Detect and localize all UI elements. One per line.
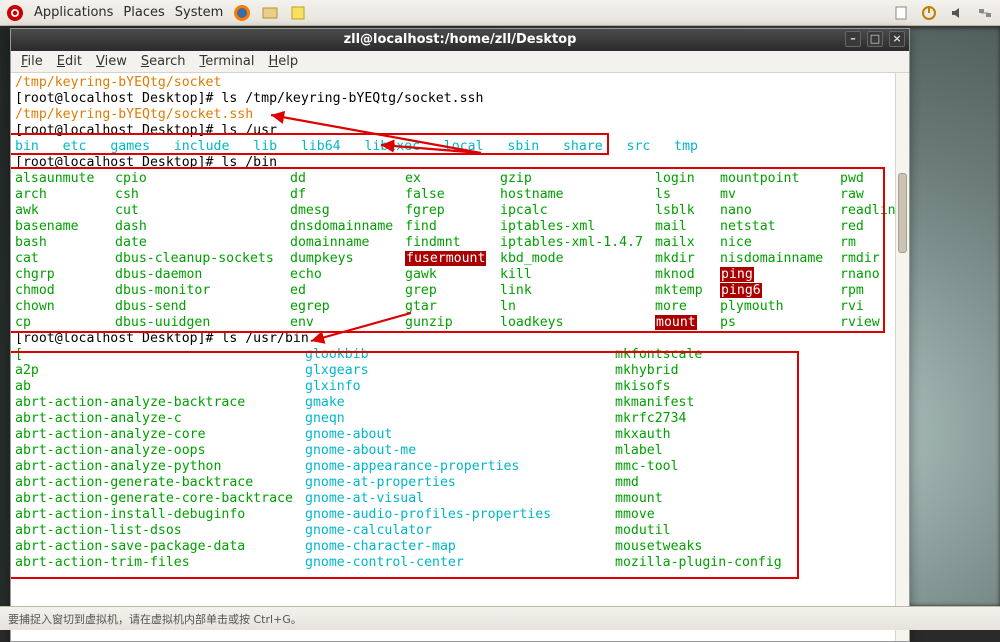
bin-row: bashdatedomainnamefindmntiptables-xml-1.… [15,235,905,251]
window-title: zll@localhost:/home/zll/Desktop [344,32,577,47]
bin-row: chgrpdbus-daemonechogawkkillmknodpingrna… [15,267,905,283]
system-menu[interactable]: System [175,5,223,20]
clipboard-icon[interactable] [892,4,910,22]
bin-row: catdbus-cleanup-socketsdumpkeysfusermoun… [15,251,905,267]
applications-menu[interactable]: Applications [34,5,113,20]
usrbin-row: abglxinfomkisofs [15,379,905,395]
usrbin-row: abrt-action-analyze-pythongnome-appearan… [15,459,905,475]
usrbin-row: abrt-action-generate-core-backtracegnome… [15,491,905,507]
close-button[interactable]: × [889,31,905,47]
bin-row: archcshdffalsehostnamelsmvraw [15,187,905,203]
scrollbar-thumb[interactable] [898,173,907,253]
maximize-button[interactable]: □ [867,31,883,47]
usrbin-row: abrt-action-generate-backtracegnome-at-p… [15,475,905,491]
menu-view[interactable]: View [96,54,127,69]
usrbin-row: abrt-action-analyze-oopsgnome-about-meml… [15,443,905,459]
menu-search[interactable]: Search [141,54,186,69]
bin-row: chowndbus-sendegrepgtarlnmoreplymouthrvi [15,299,905,315]
bin-row: cpdbus-uuidgenenvgunziploadkeysmountpsrv… [15,315,905,331]
file-manager-icon[interactable] [261,4,279,22]
bin-row: chmoddbus-monitoredgreplinkmktempping6rp… [15,283,905,299]
bin-row: alsaunmutecpioddexgziploginmountpointpwd [15,171,905,187]
menu-edit[interactable]: Edit [57,54,82,69]
menubar: File Edit View Search Terminal Help [11,51,909,73]
host-status-bar: 要捕捉入窗切到虚拟机，请在虚拟机内部单击或按 Ctrl+G。 [0,606,1000,630]
host-status-text: 要捕捉入窗切到虚拟机，请在虚拟机内部单击或按 Ctrl+G。 [8,611,302,627]
usrbin-row: abrt-action-trim-filesgnome-control-cent… [15,555,905,571]
window-titlebar[interactable]: zll@localhost:/home/zll/Desktop – □ × [11,29,909,51]
terminal-body[interactable]: /tmp/keyring-bYEQtg/socket[root@localhos… [11,73,909,641]
usrbin-row: a2pglxgearsmkhybrid [15,363,905,379]
usrbin-row: abrt-action-analyze-coregnome-aboutmkxau… [15,427,905,443]
menu-help[interactable]: Help [268,54,298,69]
usrbin-row: [glookbibmkfontscale [15,347,905,363]
volume-icon[interactable] [948,4,966,22]
menu-file[interactable]: File [21,54,43,69]
usrbin-row: abrt-action-analyze-cgneqnmkrfc2734 [15,411,905,427]
places-menu[interactable]: Places [123,5,164,20]
bin-row: awkcutdmesgfgrepipcalclsblknanoreadlink [15,203,905,219]
minimize-button[interactable]: – [845,31,861,47]
network-icon[interactable] [976,4,994,22]
cpu-meter-icon[interactable] [920,4,938,22]
usrbin-row: abrt-action-install-debuginfognome-audio… [15,507,905,523]
terminal-scrollbar[interactable] [895,73,909,641]
usrbin-row: abrt-action-list-dsosgnome-calculatormod… [15,523,905,539]
menu-terminal[interactable]: Terminal [200,54,255,69]
firefox-icon[interactable] [233,4,251,22]
bin-row: basenamedashdnsdomainnamefindiptables-xm… [15,219,905,235]
usrbin-row: abrt-action-analyze-backtracegmakemkmani… [15,395,905,411]
usrbin-row: abrt-action-save-package-datagnome-chara… [15,539,905,555]
notes-icon[interactable] [289,4,307,22]
terminal-window: zll@localhost:/home/zll/Desktop – □ × Fi… [10,28,910,642]
distro-logo-icon [6,4,24,22]
top-panel: Applications Places System [0,0,1000,26]
